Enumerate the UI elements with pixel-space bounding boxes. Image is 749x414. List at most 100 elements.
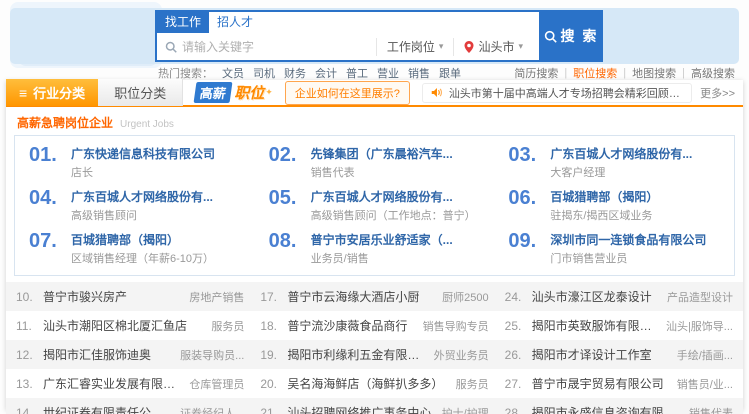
list-item[interactable]: 14.世纪证券有限责任公司揭阳营...证券经纪人...	[16, 404, 244, 414]
company-name[interactable]: 广东快递信息科技有限公司	[71, 145, 245, 162]
tab-find-job[interactable]: 找工作	[157, 12, 209, 33]
list-item[interactable]: 17.普宁市云海缘大酒店小厨厨师2500	[260, 288, 488, 305]
list-item[interactable]: 18.普宁流沙康薇食品商行销售导购专员	[260, 317, 488, 334]
company-name[interactable]: 揭阳市汇佳服饰迪奥	[43, 346, 151, 363]
company-name[interactable]: 揭阳市英致服饰有限公司	[532, 317, 658, 334]
link-advanced-search[interactable]: 高级搜索	[691, 65, 735, 81]
list-item[interactable]: 28.揭阳市永盛信息咨询有限公司销售代表	[505, 404, 733, 414]
company-name[interactable]: 广东百城人才网络股份有...	[550, 145, 724, 162]
job-title[interactable]: 手绘/插画...	[669, 347, 733, 363]
job-title[interactable]: 汕头|服饰导...	[658, 318, 733, 334]
city-select[interactable]: 汕头市 ▾	[453, 38, 533, 56]
list-item[interactable]: 24.汕头市濠江区龙泰设计产品造型设计	[505, 288, 733, 305]
job-title[interactable]: 店长	[71, 164, 245, 180]
more-link[interactable]: 更多>>	[700, 85, 735, 101]
job-title[interactable]: 驻揭东/揭西区域业务	[550, 207, 724, 223]
company-name[interactable]: 普宁流沙康薇食品商行	[287, 317, 407, 334]
hot-keyword[interactable]: 普工	[346, 65, 368, 81]
job-title[interactable]: 大客户经理	[550, 164, 724, 180]
company-name[interactable]: 百城猎聘部（揭阳）	[71, 231, 245, 248]
company-name[interactable]: 广东汇睿实业发展有限公司	[43, 375, 181, 392]
company-name[interactable]: 广东百城人才网络股份有...	[311, 188, 485, 205]
list-item[interactable]: 19.揭阳市利缘利五金有限公司外贸业务员	[260, 346, 488, 363]
company-name[interactable]: 先锋集团（广东晨裕汽车...	[311, 145, 485, 162]
urgent-job-item[interactable]: 05. 广东百城人才网络股份有... 高级销售顾问（工作地点：普宁）	[255, 184, 495, 227]
search-row: 工作岗位 ▾ 汕头市 ▾	[157, 33, 601, 60]
high-salary-badge[interactable]: 高薪 职位 ✦	[195, 82, 273, 103]
tab-recruit-talent[interactable]: 招人才	[209, 12, 261, 33]
list-item[interactable]: 11.汕头市潮阳区棉北厦汇鱼店服务员	[16, 317, 244, 334]
job-title[interactable]: 产品造型设计	[659, 289, 733, 305]
job-title[interactable]: 服装导购员...	[172, 347, 244, 363]
company-display-cta[interactable]: 企业如何在这里展示?	[285, 81, 410, 105]
urgent-job-item[interactable]: 07. 百城猎聘部（揭阳）区域销售经理（年薪6-10万）	[15, 227, 255, 270]
job-title[interactable]: 区域销售经理（年薪6-10万）	[71, 250, 245, 266]
job-title[interactable]: 仓库管理员	[181, 376, 244, 392]
job-title[interactable]: 销售导购专员	[415, 318, 489, 334]
job-title[interactable]: 销售代表	[681, 405, 733, 414]
link-map-search[interactable]: 地图搜索	[632, 65, 676, 81]
job-title[interactable]: 销售员/业...	[669, 376, 733, 392]
hot-keyword[interactable]: 司机	[253, 65, 275, 81]
announcement-text[interactable]: 汕头市第十届中高端人才专场招聘会精彩回顾（汕头招聘网...	[449, 85, 683, 101]
company-name[interactable]: 普宁市安居乐业舒适家（...	[311, 231, 485, 248]
tab-industry-category[interactable]: ≡ 行业分类	[6, 79, 98, 106]
keyword-input[interactable]	[182, 40, 376, 54]
search-button[interactable]: 搜 索	[539, 10, 603, 62]
list-item[interactable]: 20.吴名海海鲜店（海鲜扒多多）服务员	[260, 375, 488, 392]
job-title[interactable]: 服务员	[448, 376, 489, 392]
link-resume-search[interactable]: 简历搜索	[514, 65, 558, 81]
company-name[interactable]: 深圳市同一连锁食品有限公司	[550, 231, 724, 248]
job-title[interactable]: 厨师2500	[434, 289, 488, 305]
company-name[interactable]: 广东百城人才网络股份有...	[71, 188, 245, 205]
company-name[interactable]: 汕头招聘网络推广事务中心	[287, 404, 431, 414]
urgent-job-item[interactable]: 06. 百城猎聘部（揭阳）驻揭东/揭西区域业务	[494, 184, 734, 227]
job-title[interactable]: 高级销售顾问（工作地点：普宁）	[311, 207, 485, 223]
company-name[interactable]: 普宁市骏兴房产	[43, 288, 127, 305]
company-name[interactable]: 揭阳市才译设计工作室	[532, 346, 652, 363]
job-title[interactable]: 门市销售营业员	[550, 250, 724, 266]
rank-number: 05.	[269, 188, 311, 208]
list-item[interactable]: 26.揭阳市才译设计工作室手绘/插画...	[505, 346, 733, 363]
job-title[interactable]: 证券经纪人...	[172, 405, 244, 414]
job-title[interactable]: 销售代表	[311, 164, 485, 180]
list-item[interactable]: 21.汕头招聘网络推广事务中心护士/护理	[260, 404, 488, 414]
company-name[interactable]: 普宁市晟宇贸易有限公司	[532, 375, 664, 392]
job-title[interactable]: 房地产销售	[181, 289, 244, 305]
urgent-job-item[interactable]: 09. 深圳市同一连锁食品有限公司门市销售营业员	[494, 227, 734, 270]
urgent-job-item[interactable]: 01. 广东快递信息科技有限公司店长	[15, 141, 255, 184]
company-name[interactable]: 普宁市云海缘大酒店小厨	[287, 288, 419, 305]
list-item[interactable]: 10.普宁市骏兴房产 房地产销售	[16, 288, 244, 305]
hot-keyword[interactable]: 文员	[222, 65, 244, 81]
urgent-job-item[interactable]: 04. 广东百城人才网络股份有...高级销售顾问	[15, 184, 255, 227]
hot-keyword[interactable]: 销售	[408, 65, 430, 81]
job-title[interactable]: 护士/护理	[434, 405, 489, 414]
list-item[interactable]: 13.广东汇睿实业发展有限公司仓库管理员	[16, 375, 244, 392]
company-name[interactable]: 吴名海海鲜店（海鲜扒多多）	[287, 375, 443, 392]
company-name[interactable]: 汕头市濠江区龙泰设计	[532, 288, 652, 305]
hot-keyword[interactable]: 跟单	[439, 65, 461, 81]
company-name[interactable]: 揭阳市永盛信息咨询有限公司	[532, 404, 681, 414]
job-title[interactable]: 服务员	[203, 318, 244, 334]
job-title[interactable]: 业务员/销售	[311, 250, 485, 266]
link-job-search[interactable]: 职位搜索	[573, 65, 617, 81]
urgent-job-item[interactable]: 08. 普宁市安居乐业舒适家（...业务员/销售	[255, 227, 495, 270]
rank-number: 19.	[260, 348, 287, 362]
company-name[interactable]: 揭阳市利缘利五金有限公司	[287, 346, 425, 363]
company-name[interactable]: 世纪证券有限责任公司揭阳营...	[43, 404, 172, 414]
hot-keyword[interactable]: 营业	[377, 65, 399, 81]
list-item[interactable]: 27.普宁市晟宇贸易有限公司销售员/业...	[505, 375, 733, 392]
list-item[interactable]: 25.揭阳市英致服饰有限公司汕头|服饰导...	[505, 317, 733, 334]
hot-keyword[interactable]: 会计	[315, 65, 337, 81]
job-title[interactable]: 外贸业务员	[426, 347, 489, 363]
job-title[interactable]: 高级销售顾问	[71, 207, 245, 223]
rank-number: 10.	[16, 290, 43, 304]
urgent-job-item[interactable]: 03. 广东百城人才网络股份有...大客户经理	[494, 141, 734, 184]
tab-position-category[interactable]: 职位分类	[98, 79, 183, 106]
urgent-job-item[interactable]: 02. 先锋集团（广东晨裕汽车...销售代表	[255, 141, 495, 184]
list-item[interactable]: 12.揭阳市汇佳服饰迪奥服装导购员...	[16, 346, 244, 363]
company-name[interactable]: 百城猎聘部（揭阳）	[550, 188, 724, 205]
hot-keyword[interactable]: 财务	[284, 65, 306, 81]
job-category-select[interactable]: 工作岗位 ▾	[376, 38, 454, 56]
company-name[interactable]: 汕头市潮阳区棉北厦汇鱼店	[43, 317, 187, 334]
